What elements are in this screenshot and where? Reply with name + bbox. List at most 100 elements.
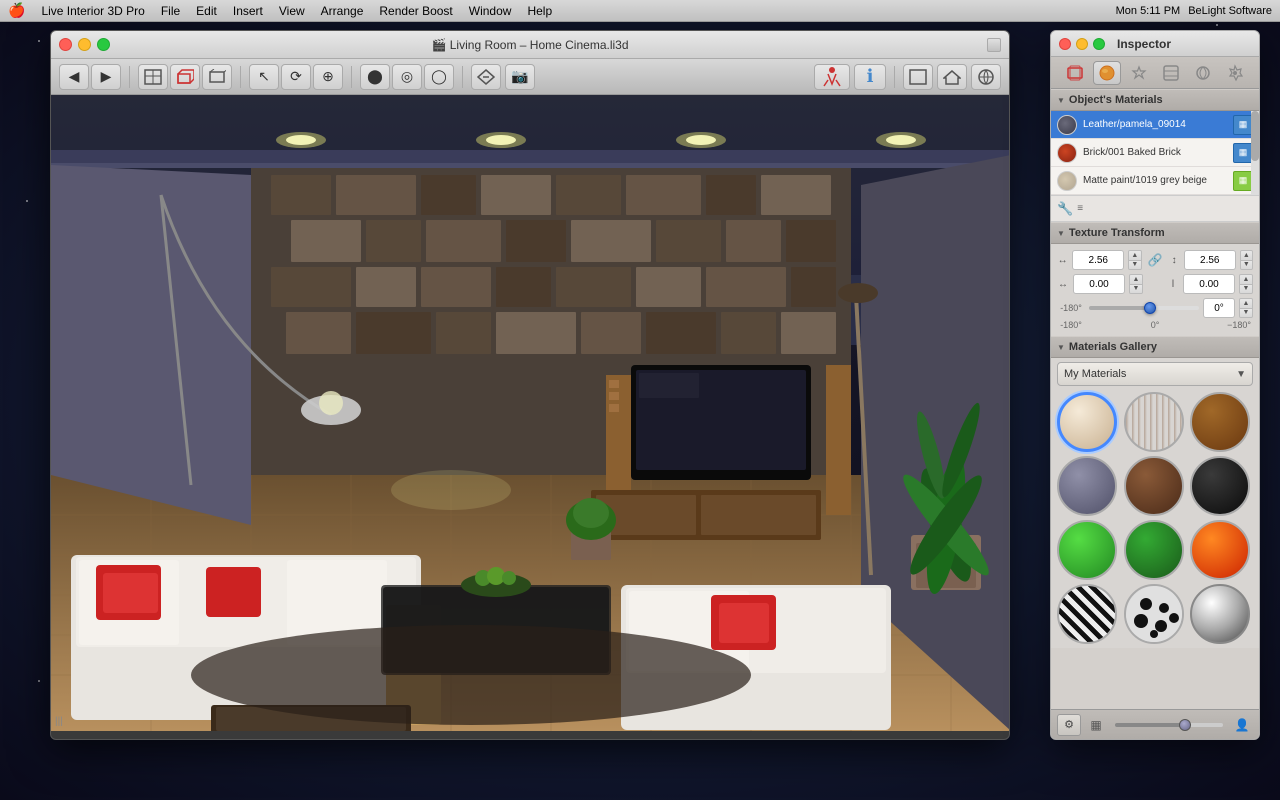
toolbar-sep-4 xyxy=(462,66,463,88)
v-offset-input[interactable] xyxy=(1183,274,1235,294)
toolbar-sep-3 xyxy=(351,66,352,88)
mat-ball-zebra[interactable] xyxy=(1057,584,1117,644)
menu-help[interactable]: Help xyxy=(527,4,552,18)
back-button[interactable]: ◀ xyxy=(59,64,89,90)
eyedropper-icon[interactable]: 🔧 xyxy=(1057,201,1073,217)
size-slider-thumb[interactable] xyxy=(1179,719,1191,731)
mat-ball-marble[interactable] xyxy=(1057,456,1117,516)
angle-stepper[interactable]: ▲ ▼ xyxy=(1239,298,1253,318)
tab-settings[interactable] xyxy=(1221,61,1249,85)
sphere-button[interactable]: ⬤ xyxy=(360,64,390,90)
orbit-tool-button[interactable]: ⟳ xyxy=(281,64,311,90)
mat-ball-chrome[interactable] xyxy=(1190,584,1250,644)
v-scale-stepper[interactable]: ▲ ▼ xyxy=(1240,250,1253,270)
size-slider[interactable] xyxy=(1115,718,1223,732)
mat-ball-green-med[interactable] xyxy=(1124,520,1184,580)
wireframe-button[interactable] xyxy=(202,64,232,90)
tab-texture[interactable] xyxy=(1157,61,1185,85)
perspective-button[interactable] xyxy=(971,64,1001,90)
camera-button[interactable]: 📷 xyxy=(505,64,535,90)
floor-plan-button[interactable] xyxy=(138,64,168,90)
angle-up[interactable]: ▲ xyxy=(1240,299,1252,309)
v-scale-up[interactable]: ▲ xyxy=(1241,251,1252,261)
menu-arrange[interactable]: Arrange xyxy=(321,4,364,18)
material-item-leather[interactable]: Leather/pamela_09014 ▦ xyxy=(1051,111,1259,139)
angle-input[interactable] xyxy=(1203,298,1235,318)
h-offset-up[interactable]: ▲ xyxy=(1130,275,1142,285)
mat-ball-fire[interactable] xyxy=(1190,520,1250,580)
inspector-minimize-button[interactable] xyxy=(1076,38,1088,50)
inspector-close-button[interactable] xyxy=(1059,38,1071,50)
material-icon-matte[interactable]: ▦ xyxy=(1233,171,1253,191)
material-item-brick[interactable]: Brick/001 Baked Brick ▦ xyxy=(1051,139,1259,167)
tab-material[interactable] xyxy=(1093,61,1121,85)
mat-ball-dark[interactable] xyxy=(1190,456,1250,516)
menu-file[interactable]: File xyxy=(161,4,180,18)
gallery-dropdown[interactable]: My Materials ▼ xyxy=(1057,362,1253,386)
menu-window[interactable]: Window xyxy=(469,4,512,18)
tab-light[interactable] xyxy=(1125,61,1153,85)
h-offset-down[interactable]: ▼ xyxy=(1130,285,1142,294)
h-offset-input[interactable] xyxy=(1073,274,1125,294)
menu-insert[interactable]: Insert xyxy=(233,4,263,18)
grid-view-icon[interactable]: ▦ xyxy=(1085,714,1107,736)
angle-down[interactable]: ▼ xyxy=(1240,309,1252,318)
h-scale-input[interactable] xyxy=(1072,250,1124,270)
move-tool-button[interactable]: ⊕ xyxy=(313,64,343,90)
mat-ball-wood1[interactable] xyxy=(1124,392,1184,452)
maximize-button[interactable] xyxy=(97,38,110,51)
home-view-button[interactable] xyxy=(937,64,967,90)
list-icon[interactable]: ≡ xyxy=(1077,203,1083,214)
v-offset-stepper[interactable]: ▲ ▼ xyxy=(1239,274,1253,294)
tab-render[interactable] xyxy=(1189,61,1217,85)
rotation-slider[interactable] xyxy=(1089,301,1199,315)
section-arrow-texture: ▼ xyxy=(1057,229,1065,238)
ring-button[interactable]: ◎ xyxy=(392,64,422,90)
material-item-matte[interactable]: Matte paint/1019 grey beige ▦ xyxy=(1051,167,1259,195)
v-scale-input[interactable] xyxy=(1184,250,1236,270)
h-scale-label: ↔ xyxy=(1057,255,1068,266)
minimize-button[interactable] xyxy=(78,38,91,51)
materials-section-header: ▼ Object's Materials xyxy=(1051,89,1259,111)
h-scale-stepper[interactable]: ▲ ▼ xyxy=(1128,250,1141,270)
menu-app[interactable]: Live Interior 3D Pro xyxy=(41,4,144,18)
measure-tool-button[interactable] xyxy=(471,64,501,90)
slider-thumb[interactable] xyxy=(1144,302,1156,314)
3d-view-button[interactable] xyxy=(170,64,200,90)
size-slider-track xyxy=(1115,723,1223,727)
forward-button[interactable]: ▶ xyxy=(91,64,121,90)
fullscreen-button[interactable] xyxy=(903,64,933,90)
mat-ball-spots[interactable] xyxy=(1124,584,1184,644)
torus-button[interactable]: ◯ xyxy=(424,64,454,90)
viewport-3d[interactable]: ||| xyxy=(51,95,1010,731)
window-resize-handle[interactable] xyxy=(987,38,1001,52)
v-scale-down[interactable]: ▼ xyxy=(1241,261,1252,270)
v-offset-down[interactable]: ▼ xyxy=(1240,285,1252,294)
mat-ball-green-bright[interactable] xyxy=(1057,520,1117,580)
rot-label-neg180: −180° xyxy=(1225,320,1253,330)
person-icon[interactable]: 👤 xyxy=(1231,714,1253,736)
materials-grid xyxy=(1057,392,1253,644)
menu-render[interactable]: Render Boost xyxy=(379,4,452,18)
select-tool-button[interactable]: ↖ xyxy=(249,64,279,90)
h-scale-up[interactable]: ▲ xyxy=(1129,251,1140,261)
h-scale-down[interactable]: ▼ xyxy=(1129,261,1140,270)
material-icon-leather[interactable]: ▦ xyxy=(1233,115,1253,135)
v-offset-up[interactable]: ▲ xyxy=(1240,275,1252,285)
inspector-panel: Inspector ▼ Object's Materials Leather/p… xyxy=(1050,30,1260,740)
info-button[interactable]: ℹ xyxy=(854,64,886,90)
material-icon-brick[interactable]: ▦ xyxy=(1233,143,1253,163)
walk-button[interactable] xyxy=(814,64,850,90)
mat-ball-wood2[interactable] xyxy=(1190,392,1250,452)
mat-ball-brown[interactable] xyxy=(1124,456,1184,516)
close-button[interactable] xyxy=(59,38,72,51)
inspector-maximize-button[interactable] xyxy=(1093,38,1105,50)
apple-menu[interactable]: 🍎 xyxy=(8,2,25,19)
h-offset-stepper[interactable]: ▲ ▼ xyxy=(1129,274,1143,294)
menu-view[interactable]: View xyxy=(279,4,305,18)
materials-scrollbar[interactable] xyxy=(1251,111,1259,195)
tab-object[interactable] xyxy=(1061,61,1089,85)
add-material-button[interactable]: ⚙ xyxy=(1057,714,1081,736)
mat-ball-cream[interactable] xyxy=(1057,392,1117,452)
menu-edit[interactable]: Edit xyxy=(196,4,217,18)
